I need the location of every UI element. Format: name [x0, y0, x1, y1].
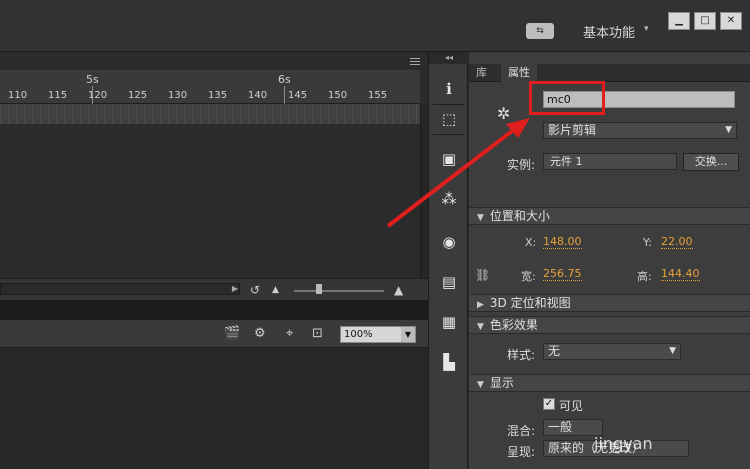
align-icon[interactable]: ▤	[437, 270, 461, 294]
panel-menu-icon[interactable]	[410, 58, 420, 65]
minimize-button[interactable]: ▁	[668, 12, 690, 30]
tab-library[interactable]: 库	[469, 64, 494, 82]
height-value[interactable]: 144.40	[661, 268, 700, 281]
info-icon[interactable]: ℹ	[437, 77, 461, 101]
instance-symbol-field: 元件 1	[543, 153, 677, 170]
frame-number: 145	[288, 90, 308, 101]
width-value[interactable]: 256.75	[543, 268, 582, 281]
color-icon[interactable]: ◉	[437, 230, 461, 254]
frame-number: 125	[128, 90, 148, 101]
zoom-in-mountain-icon[interactable]: ▲	[394, 283, 403, 297]
second-marker-label: 6s	[278, 73, 291, 86]
divider	[433, 104, 465, 105]
color-style-value: 无	[548, 344, 561, 358]
frame-number: 150	[328, 90, 348, 101]
clip-stage-icon[interactable]: ⊡	[312, 326, 323, 341]
components-icon[interactable]: ▦	[437, 310, 461, 334]
frame-number: 135	[208, 90, 228, 101]
stage-edit-bar: 🎬 ⚙ ⌖ ⊡ 100% ▼	[0, 320, 428, 348]
close-button[interactable]: ✕	[720, 12, 742, 30]
zoom-out-mountain-icon[interactable]: ▲	[272, 285, 279, 295]
y-value[interactable]: 22.00	[661, 236, 693, 249]
expand-triangle-icon: ▼	[477, 322, 484, 332]
annotation-highlight-box	[529, 81, 605, 115]
lock-proportions-icon[interactable]: ⛓	[475, 268, 490, 282]
slider-knob[interactable]	[316, 284, 322, 294]
flash-app-window: ⇆ 基本功能 ▾ ▁ □ ✕ 5s 6s 110 115 120 125 130…	[0, 0, 750, 469]
panel-icon-dock: ◂◂ ℹ ⬚ ▣ ⁂ ◉ ▤ ▦ ▙	[428, 52, 469, 469]
chevron-down-icon[interactable]: ▾	[644, 24, 649, 34]
blend-label: 混合:	[507, 424, 536, 438]
distribute-icon[interactable]: ▙	[437, 350, 461, 374]
blend-value: 一般	[548, 420, 573, 434]
color-style-select[interactable]: 无 ▼	[543, 343, 681, 360]
properties-panel: 库 属性 ✲ mc0 影片剪辑 ▼ 实例: 元件 1 交换... ▼ 位置和大小 …	[469, 52, 750, 469]
x-label: X:	[525, 236, 537, 249]
second-marker-label: 5s	[86, 73, 99, 86]
scroll-right-icon[interactable]: ▶	[232, 284, 238, 293]
render-label: 呈现:	[507, 445, 536, 459]
stage-canvas[interactable]	[0, 348, 428, 469]
panel-tabs: 库 属性	[469, 64, 750, 82]
section-3d-position[interactable]: ▶ 3D 定位和视图	[469, 294, 750, 312]
chevron-down-icon[interactable]: ▼	[669, 344, 676, 359]
tab-properties[interactable]: 属性	[501, 64, 537, 82]
frame-number: 110	[8, 90, 28, 101]
frame-number: 140	[248, 90, 268, 101]
edit-symbol-icon[interactable]: ⚙	[254, 326, 266, 341]
section-color-effect[interactable]: ▼ 色彩效果	[469, 316, 750, 334]
chevron-down-icon[interactable]: ▼	[401, 327, 415, 342]
zoom-value: 100%	[344, 329, 373, 340]
timeline-ruler[interactable]: 5s 6s 110 115 120 125 130 135 140 145 15…	[0, 70, 420, 121]
frame-number: 130	[168, 90, 188, 101]
swap-button[interactable]: 交换...	[683, 153, 739, 171]
layer-frames-row[interactable]	[0, 104, 420, 124]
width-label: 宽:	[521, 270, 536, 283]
movie-clip-icon: ✲	[497, 104, 511, 123]
symbol-type-value: 影片剪辑	[548, 123, 597, 137]
visible-label: 可见	[559, 399, 584, 413]
motion-presets-icon[interactable]: ⁂	[437, 187, 461, 211]
symbol-type-select[interactable]: 影片剪辑 ▼	[543, 122, 737, 139]
frame-number: 120	[88, 90, 108, 101]
timeline-panel: 5s 6s 110 115 120 125 130 135 140 145 15…	[0, 52, 428, 326]
timeline-horizontal-scrollbar[interactable]: ▶	[0, 283, 240, 295]
frame-number: 155	[368, 90, 388, 101]
x-value[interactable]: 148.00	[543, 236, 582, 249]
section-display[interactable]: ▼ 显示	[469, 374, 750, 392]
library-icon[interactable]: ▣	[437, 147, 461, 171]
chevron-down-icon[interactable]: ▼	[725, 123, 732, 138]
transform-icon[interactable]: ⬚	[437, 107, 461, 131]
y-label: Y:	[643, 236, 652, 249]
zoom-select[interactable]: 100% ▼	[340, 326, 416, 343]
watermark: jingyan	[594, 434, 653, 453]
divider	[433, 134, 465, 135]
height-label: 高:	[637, 270, 652, 283]
section-position-size[interactable]: ▼ 位置和大小	[469, 207, 750, 225]
visible-checkbox[interactable]: ✓	[543, 398, 555, 410]
maximize-button[interactable]: □	[694, 12, 716, 30]
workspace-switcher[interactable]: 基本功能	[583, 22, 635, 41]
instance-label: 实例:	[507, 158, 536, 172]
sync-settings-icon[interactable]: ⇆	[526, 23, 554, 39]
style-label: 样式:	[507, 348, 536, 362]
expand-triangle-icon: ▼	[477, 213, 484, 223]
application-bar: ⇆ 基本功能 ▾ ▁ □ ✕	[0, 0, 750, 52]
collapsed-triangle-icon: ▶	[477, 300, 484, 310]
stage-header	[0, 300, 428, 320]
snap-target-icon[interactable]: ⌖	[286, 326, 293, 341]
timeline-controls: ▶ ↺ ▲ ▲	[0, 278, 428, 300]
second-marker-line	[284, 86, 285, 104]
timeline-zoom-slider[interactable]	[294, 290, 384, 292]
expand-triangle-icon: ▼	[477, 380, 484, 390]
edit-scene-icon[interactable]: 🎬	[224, 326, 240, 341]
collapse-icon[interactable]: ◂◂	[429, 52, 469, 64]
frame-number: 115	[48, 90, 68, 101]
loop-icon[interactable]: ↺	[250, 283, 260, 297]
